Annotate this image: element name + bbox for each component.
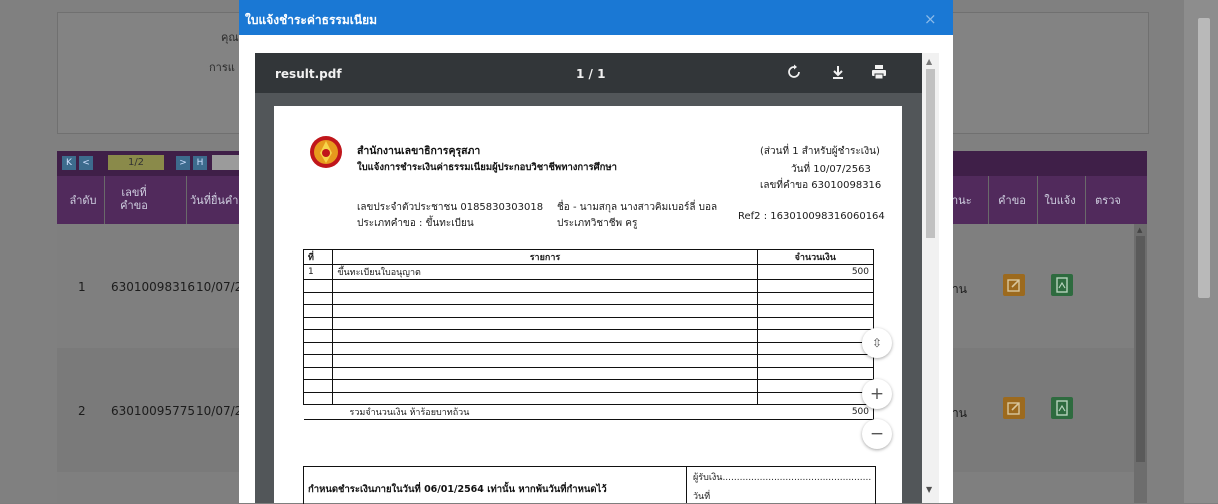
table-row [302, 379, 875, 393]
org-name: สำนักงานเลขาธิการคุรุสภา [357, 145, 481, 157]
column-header-check[interactable]: ตรวจ [1088, 194, 1128, 207]
fit-page-icon[interactable]: ⇳ [862, 328, 892, 358]
page-scrollbar-thumb[interactable] [1198, 18, 1210, 298]
edit-icon [1007, 279, 1020, 292]
view-notice-button[interactable] [1051, 397, 1073, 419]
copy-note: (ส่วนที่ 1 สำหรับผู้ชำระเงิน) [760, 146, 880, 157]
grid-scrollbar-thumb[interactable] [1136, 236, 1145, 462]
column-header-no[interactable]: ลำดับ [62, 194, 104, 207]
row-request-no: 63010095775 [111, 404, 195, 418]
table-row [302, 341, 875, 355]
zoom-out-button[interactable]: − [862, 419, 892, 449]
kurusapha-logo [309, 134, 343, 174]
table-row [302, 329, 875, 343]
table-head-no: ที่ [302, 249, 334, 265]
column-header-date[interactable]: วันที่ยื่นคำ [190, 194, 240, 207]
total-row: รวมจำนวนเงิน ห้าร้อยบาทถ้วน 500 [303, 404, 875, 420]
table-row [302, 391, 875, 405]
column-header-request-no[interactable]: เลขที่ คำขอ [112, 186, 156, 212]
pdf-icon [1056, 400, 1068, 416]
ref2-code: Ref2 : 163010098316060164 [738, 211, 885, 222]
column-header-request[interactable]: คำขอ [992, 194, 1032, 207]
pdf-page-indicator: 1 / 1 [576, 67, 606, 81]
total-amount: 500 [757, 404, 875, 420]
pdf-filename: result.pdf [275, 67, 342, 81]
modal-title: ใบแจ้งชำระค่าธรรมเนียม [245, 13, 378, 27]
edit-icon [1007, 402, 1020, 415]
row-item: ขึ้นทะเบียนใบอนุญาต [332, 264, 758, 280]
receiver-signature: ผู้รับเงิน..............................… [693, 473, 872, 483]
table-row [302, 316, 875, 330]
pager-first-button[interactable]: K [62, 156, 76, 170]
pager-last-button[interactable]: H [193, 156, 207, 170]
row-number: 2 [78, 404, 86, 418]
download-icon[interactable] [830, 64, 846, 84]
table-head-item: รายการ [332, 249, 758, 265]
table-row [302, 354, 875, 368]
info-label-2: การแ [209, 61, 235, 74]
row-status: ้าน [952, 406, 967, 420]
table-row [302, 279, 875, 293]
receiver-date: วันที่ [693, 492, 711, 502]
close-icon[interactable]: × [924, 10, 937, 28]
scroll-up-icon[interactable]: ▲ [926, 57, 932, 66]
pager-page-indicator[interactable]: 1/2 [108, 155, 164, 170]
pager-prev-button[interactable]: < [79, 156, 93, 170]
table-row [302, 366, 875, 380]
box-divider [686, 466, 687, 503]
notice-date: วันที่ 10/07/2563 [791, 164, 871, 175]
pdf-icon [1056, 277, 1068, 293]
profession-type: ประเภทวิชาชีพ ครู [557, 218, 638, 229]
rotate-icon[interactable] [786, 64, 802, 84]
request-number: เลขที่คำขอ 63010098316 [760, 180, 882, 191]
fee-table: ที่ รายการ จำนวนเงิน 1 ขึ้นทะเบียนใบอนุญ… [302, 249, 875, 420]
pager-filter-input[interactable] [212, 155, 242, 170]
table-head-amount: จำนวนเงิน [756, 249, 875, 265]
pdf-scrollbar-thumb[interactable] [926, 69, 935, 238]
edit-request-button[interactable] [1003, 274, 1025, 296]
grid-scroll-up-icon[interactable]: ▲ [1137, 226, 1142, 234]
scroll-down-icon[interactable]: ▼ [926, 485, 932, 494]
applicant-name: ชื่อ - นามสกุล นางสาวคิมเบอร์ลี่ บอล [557, 202, 718, 213]
table-row [302, 291, 875, 305]
view-notice-button[interactable] [1051, 274, 1073, 296]
info-label-1: คุณ [221, 31, 239, 44]
print-icon[interactable] [871, 64, 887, 84]
row-status: ้าน [952, 282, 967, 296]
row-amount: 500 [756, 264, 875, 280]
table-row [302, 304, 875, 318]
pager-next-button[interactable]: > [176, 156, 190, 170]
table-row: 1 ขึ้นทะเบียนใบอนุญาต 500 [302, 264, 875, 280]
row-request-no: 63010098316 [111, 280, 195, 294]
row-number: 1 [78, 280, 86, 294]
column-header-notice[interactable]: ใบแจ้ง [1040, 194, 1080, 207]
column-header-status[interactable]: านะ [952, 194, 982, 207]
row-no: 1 [302, 264, 334, 280]
edit-request-button[interactable] [1003, 397, 1025, 419]
zoom-in-button[interactable]: + [862, 379, 892, 409]
request-type: ประเภทคำขอ : ขึ้นทะเบียน [357, 218, 474, 229]
document-title: ใบแจ้งการชำระเงินค่าธรรมเนียมผู้ประกอบวิ… [357, 162, 617, 173]
total-label: รวมจำนวนเงิน ห้าร้อยบาทถ้วน [303, 404, 758, 420]
payment-deadline: กำหนดชำระเงินภายในวันที่ 06/01/2564 เท่า… [308, 484, 607, 495]
citizen-id: เลขประจำตัวประชาชน 0185830303018 [357, 202, 544, 213]
